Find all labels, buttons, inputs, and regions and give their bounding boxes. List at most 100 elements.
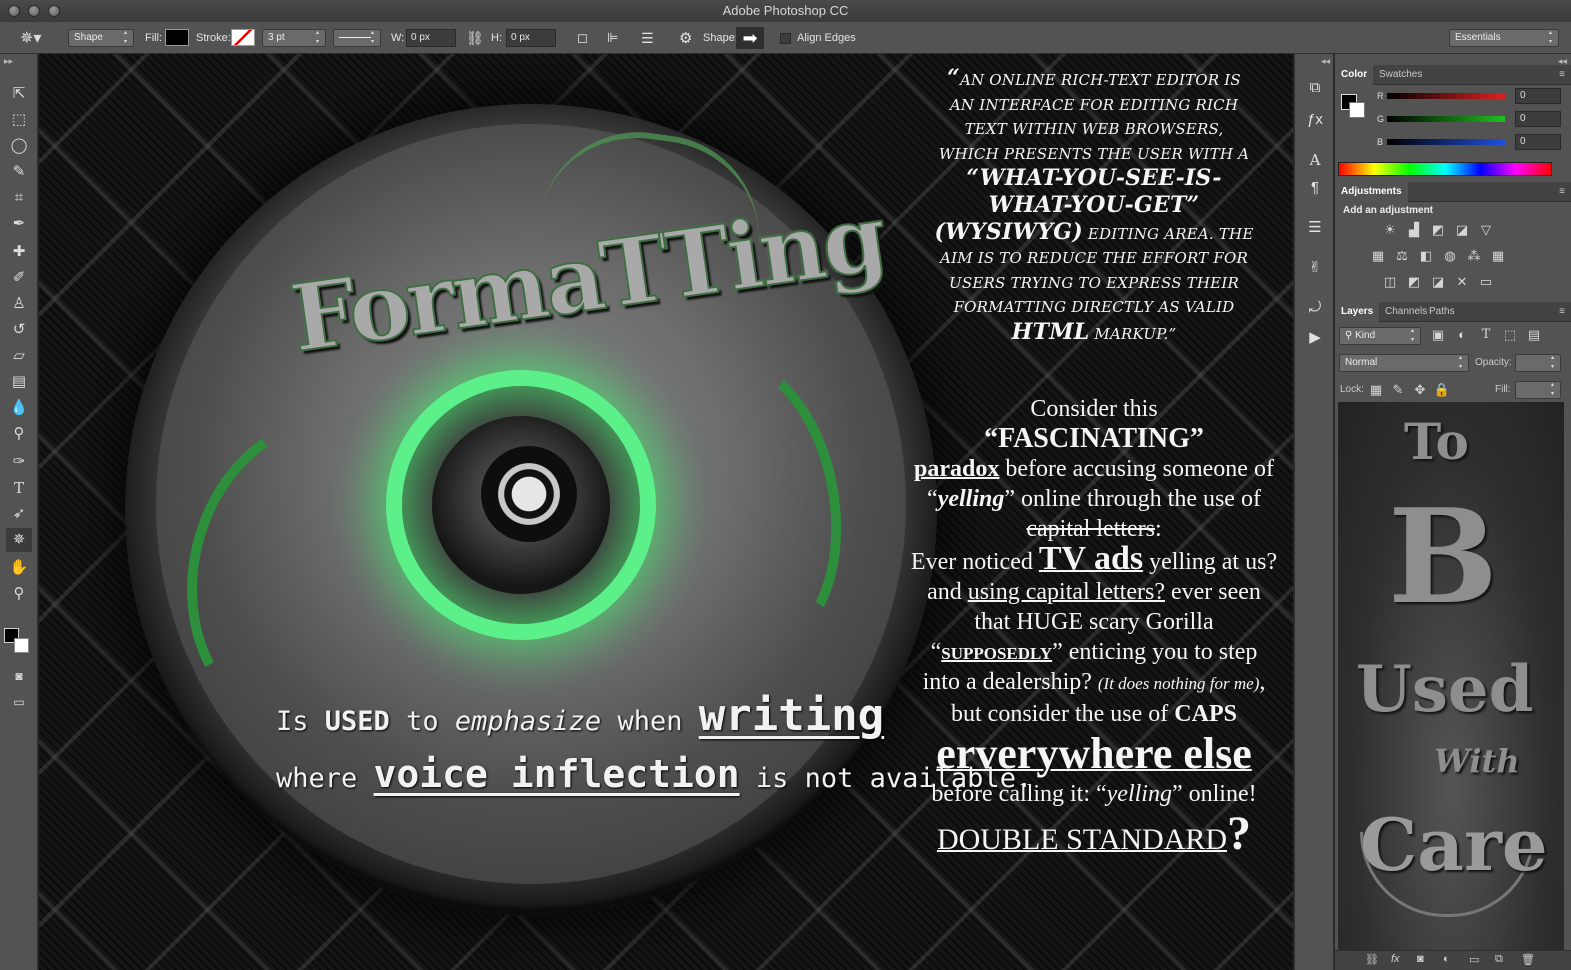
path-select-icon[interactable]: ➶ [6, 502, 32, 526]
gear-icon[interactable]: ⚙ [679, 22, 692, 54]
hand-icon[interactable]: ✋ [6, 556, 32, 580]
lock-transparency-icon[interactable]: ▦ [1367, 382, 1385, 398]
filter-smart-object-icon[interactable]: ▤ [1525, 327, 1543, 343]
filter-adjustment-icon[interactable]: ◐ [1453, 327, 1471, 343]
threshold-icon[interactable]: ◪ [1429, 274, 1447, 290]
properties-panel-icon[interactable]: ☰ [1303, 218, 1327, 238]
filter-shape-icon[interactable]: ⬚ [1501, 327, 1519, 343]
quick-select-icon[interactable]: ✎ [6, 160, 32, 184]
styles-panel-icon[interactable]: ƒx [1303, 110, 1327, 130]
layer-mask-icon[interactable]: ◙ [1417, 953, 1424, 965]
healing-icon[interactable]: ✚ [6, 240, 32, 264]
hue-saturation-icon[interactable]: ▦ [1369, 248, 1387, 264]
brush-presets-icon[interactable]: ⤾ [1303, 298, 1327, 318]
gradient-icon[interactable]: ▤ [6, 370, 32, 394]
posterize-icon[interactable]: ◩ [1405, 274, 1423, 290]
color-spectrum-bar[interactable] [1338, 162, 1552, 176]
delete-layer-icon[interactable]: 🗑 [1521, 953, 1535, 966]
document-canvas[interactable]: FormaTTing Is USED to emphasize when wri… [39, 54, 1293, 970]
lock-position-icon[interactable]: ✥ [1411, 382, 1429, 398]
link-icon[interactable]: ⛓ [466, 22, 484, 54]
channel-b-value[interactable]: 0 [1515, 134, 1561, 150]
color-background-swatch[interactable] [1349, 102, 1365, 118]
selective-color-icon[interactable]: ✕ [1453, 274, 1471, 290]
channel-r-value[interactable]: 0 [1515, 88, 1561, 104]
brightness-icon[interactable]: ☀ [1381, 222, 1399, 238]
color-balance-icon[interactable]: ⚖ [1393, 248, 1411, 264]
blend-mode-dropdown[interactable]: Normal [1339, 354, 1469, 372]
new-layer-icon[interactable]: ⧉ [1495, 953, 1503, 966]
close-window-button[interactable] [8, 5, 20, 17]
color-lookup-icon[interactable]: ▦ [1489, 248, 1507, 264]
brush-icon[interactable]: ✐ [6, 266, 32, 290]
zoom-window-button[interactable] [48, 5, 60, 17]
lock-all-icon[interactable]: 🔒 [1433, 382, 1451, 398]
tab-layers[interactable]: Layers [1335, 302, 1380, 322]
layer-style-icon[interactable]: fx [1391, 953, 1400, 965]
history-brush-icon[interactable]: ↺ [6, 318, 32, 342]
opacity-field[interactable] [1515, 354, 1561, 372]
marquee-icon[interactable]: ⬚ [6, 108, 32, 132]
collapse-dock-icon[interactable]: ◂◂ [1321, 56, 1330, 67]
panel-menu-icon[interactable]: ≡ [1559, 65, 1565, 85]
zoom-icon[interactable]: ⚲ [6, 582, 32, 606]
new-group-icon[interactable]: ▭ [1469, 953, 1479, 966]
levels-icon[interactable]: ▟ [1405, 222, 1423, 238]
layer-preview[interactable]: To B Used With Care [1338, 402, 1564, 954]
paragraph-panel-icon[interactable]: ¶ [1303, 178, 1327, 198]
channel-g-slider[interactable] [1387, 116, 1505, 122]
history-panel-icon[interactable]: ⧉ [1303, 78, 1327, 98]
height-field[interactable]: 0 px [506, 29, 556, 47]
curves-icon[interactable]: ◩ [1429, 222, 1447, 238]
tool-presets-icon[interactable]: ✌ [1303, 258, 1327, 278]
quick-mask-icon[interactable]: ◙ [6, 664, 32, 688]
path-alignment-icon[interactable]: ⊫ [607, 22, 618, 54]
eyedropper-icon[interactable]: ✒ [6, 212, 32, 236]
tab-paths[interactable]: Paths [1423, 302, 1461, 322]
path-operations-icon[interactable]: ◻ [577, 22, 588, 54]
channel-g-value[interactable]: 0 [1515, 111, 1561, 127]
blur-icon[interactable]: 💧 [6, 396, 32, 420]
gradient-map-icon[interactable]: ▭ [1477, 274, 1495, 290]
channel-b-slider[interactable] [1387, 139, 1505, 145]
stroke-width-field[interactable]: 3 pt [262, 29, 326, 47]
filter-type-icon[interactable]: T [1477, 327, 1495, 343]
link-layers-icon[interactable]: ⛓ [1365, 953, 1379, 966]
custom-shape-tool-preset-icon[interactable]: ✵▾ [20, 22, 41, 54]
width-field[interactable]: 0 px [406, 29, 456, 47]
tab-swatches[interactable]: Swatches [1373, 65, 1428, 85]
custom-shape-icon[interactable]: ✵ [6, 528, 32, 552]
actions-play-icon[interactable]: ▶ [1303, 328, 1327, 348]
channel-mixer-icon[interactable]: ⁂ [1465, 248, 1483, 264]
tab-adjustments[interactable]: Adjustments [1335, 182, 1408, 202]
invert-icon[interactable]: ◫ [1381, 274, 1399, 290]
panel-menu-icon[interactable]: ≡ [1559, 302, 1565, 322]
exposure-icon[interactable]: ◪ [1453, 222, 1471, 238]
fill-field[interactable] [1515, 381, 1561, 399]
dodge-icon[interactable]: ⚲ [6, 422, 32, 446]
pen-icon[interactable]: ✑ [6, 450, 32, 474]
lasso-icon[interactable]: ◯ [6, 134, 32, 158]
tab-color[interactable]: Color [1335, 65, 1374, 85]
stroke-style-dropdown[interactable] [333, 29, 381, 47]
background-color-swatch[interactable] [14, 638, 29, 653]
channel-r-slider[interactable] [1387, 93, 1505, 99]
adjustment-layer-icon[interactable]: ◐ [1443, 953, 1450, 965]
align-edges-checkbox[interactable]: Align Edges [780, 22, 856, 54]
vibrance-icon[interactable]: ▽ [1477, 222, 1495, 238]
panel-menu-icon[interactable]: ≡ [1559, 182, 1565, 202]
fill-swatch[interactable] [165, 29, 189, 46]
stroke-swatch[interactable] [231, 29, 255, 46]
character-panel-icon[interactable]: A [1303, 150, 1327, 170]
workspace-dropdown[interactable]: Essentials [1449, 29, 1559, 47]
stamp-icon[interactable]: ♙ [6, 292, 32, 316]
type-icon[interactable]: T [6, 476, 32, 500]
layer-kind-filter[interactable]: ⚲ Kind [1339, 327, 1421, 345]
arrow-shape-picker-icon[interactable]: ➡ [736, 27, 764, 49]
filter-pixel-icon[interactable]: ▣ [1429, 327, 1447, 343]
minimize-window-button[interactable] [28, 5, 40, 17]
lock-pixels-icon[interactable]: ✎ [1389, 382, 1407, 398]
photo-filter-icon[interactable]: ◍ [1441, 248, 1459, 264]
crop-icon[interactable]: ⌗ [6, 186, 32, 210]
collapse-toolbar-icon[interactable]: ▸▸ [4, 56, 13, 67]
